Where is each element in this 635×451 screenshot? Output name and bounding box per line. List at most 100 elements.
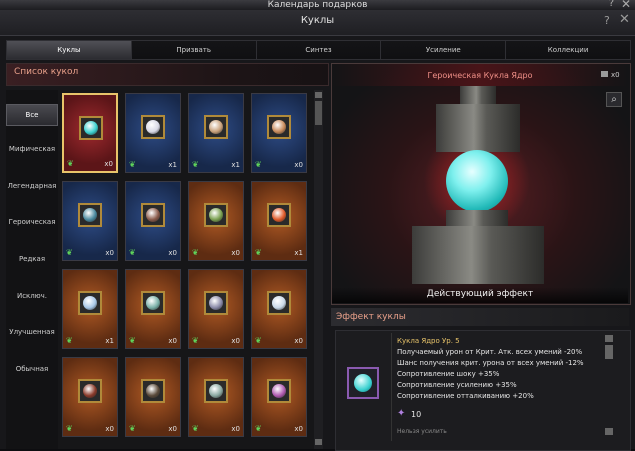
category-all[interactable]: Все bbox=[6, 104, 58, 126]
doll-figure-icon bbox=[146, 208, 160, 222]
doll-figure-icon bbox=[272, 296, 286, 310]
doll-card[interactable]: ❦ x0 bbox=[62, 357, 118, 437]
effect-divider bbox=[391, 333, 392, 441]
effect-line: Сопротивление шоку +35% bbox=[397, 370, 500, 378]
close-icon[interactable]: ✕ bbox=[619, 12, 630, 27]
doll-card[interactable]: ❦ x0 bbox=[188, 357, 244, 437]
category-list: Все Мифическая Легендарная Героическая Р… bbox=[6, 90, 58, 449]
zoom-button[interactable]: ⌕ bbox=[606, 92, 622, 107]
leaf-icon: ❦ bbox=[255, 336, 262, 345]
leaf-icon: ❦ bbox=[192, 424, 199, 433]
category-improved[interactable]: Улучшенная bbox=[6, 328, 58, 336]
doll-figure-icon bbox=[146, 296, 160, 310]
tab-enhance[interactable]: Усиление bbox=[380, 40, 507, 60]
doll-count: x0 bbox=[105, 249, 114, 257]
doll-figure-icon bbox=[209, 120, 223, 134]
magnifier-icon: ⌕ bbox=[611, 94, 617, 105]
cannot-enhance-note: Нельзя усилить bbox=[397, 428, 447, 435]
effect-scrollbar[interactable] bbox=[605, 335, 614, 435]
leaf-icon: ❦ bbox=[255, 160, 262, 169]
category-common[interactable]: Обычная bbox=[6, 365, 58, 373]
doll-figure-icon bbox=[83, 208, 97, 222]
doll-count: x0 bbox=[168, 337, 177, 345]
doll-count: x0 bbox=[231, 249, 240, 257]
top-title: Календарь подарков bbox=[267, 0, 368, 10]
scroll-thumb[interactable] bbox=[315, 101, 322, 125]
leaf-icon: ❦ bbox=[255, 248, 262, 257]
doll-count: x0 bbox=[168, 249, 177, 257]
doll-portrait bbox=[267, 115, 291, 139]
doll-portrait bbox=[79, 116, 103, 140]
doll-card[interactable]: ❦ x0 bbox=[251, 269, 307, 349]
doll-count: x0 bbox=[231, 337, 240, 345]
tower-upper bbox=[436, 104, 520, 152]
category-exclusive[interactable]: Исключ. bbox=[6, 292, 58, 300]
doll-count: x1 bbox=[105, 337, 114, 345]
help-icon[interactable]: ? bbox=[604, 14, 610, 27]
active-effect-label: Действующий эффект bbox=[426, 289, 534, 299]
doll-figure-icon bbox=[272, 208, 286, 222]
doll-card[interactable]: ❦ x0 bbox=[251, 357, 307, 437]
doll-portrait bbox=[267, 379, 291, 403]
doll-card[interactable]: ❦ x0 bbox=[125, 181, 181, 261]
gem-value: 10 bbox=[411, 410, 422, 419]
scroll-down-icon[interactable] bbox=[315, 439, 322, 445]
category-legendary[interactable]: Легендарная bbox=[6, 182, 58, 190]
category-rare[interactable]: Редкая bbox=[6, 255, 58, 263]
tab-summon[interactable]: Призвать bbox=[130, 40, 257, 60]
doll-card[interactable]: ❦ x1 bbox=[251, 181, 307, 261]
doll-card[interactable]: ❦ x0 bbox=[125, 269, 181, 349]
leaf-icon: ❦ bbox=[66, 248, 73, 257]
doll-count: x0 bbox=[168, 425, 177, 433]
doll-portrait bbox=[204, 291, 228, 315]
leaf-icon: ❦ bbox=[192, 160, 199, 169]
doll-portrait bbox=[141, 379, 165, 403]
doll-card[interactable]: ❦ x0 bbox=[62, 93, 118, 173]
top-help-icon[interactable]: ? bbox=[609, 0, 614, 9]
scroll-up-icon[interactable] bbox=[315, 92, 322, 98]
tab-synthesis[interactable]: Синтез bbox=[255, 40, 382, 60]
doll-portrait bbox=[78, 291, 102, 315]
grid-scrollbar[interactable] bbox=[314, 90, 323, 449]
doll-figure-icon bbox=[209, 296, 223, 310]
category-mythic[interactable]: Мифическая bbox=[6, 145, 58, 153]
tab-collections[interactable]: Коллекции bbox=[505, 40, 631, 60]
effect-line: Сопротивление усилению +35% bbox=[397, 381, 517, 389]
doll-portrait bbox=[78, 379, 102, 403]
doll-card[interactable]: ❦ x0 bbox=[188, 269, 244, 349]
leaf-icon: ❦ bbox=[192, 336, 199, 345]
tower-base bbox=[412, 226, 544, 284]
tab-dolls[interactable]: Куклы bbox=[6, 40, 132, 60]
category-heroic[interactable]: Героическая bbox=[6, 218, 58, 226]
doll-card[interactable]: ❦ x0 bbox=[188, 181, 244, 261]
leaf-icon: ❦ bbox=[66, 336, 73, 345]
gem-icon: ✦ bbox=[397, 408, 406, 419]
orb-icon bbox=[354, 374, 372, 392]
doll-count: x0 bbox=[294, 337, 303, 345]
doll-thumbnail bbox=[347, 367, 379, 399]
flag-icon bbox=[601, 71, 608, 77]
doll-card[interactable]: ❦ x0 bbox=[251, 93, 307, 173]
core-orb bbox=[446, 150, 508, 212]
doll-card[interactable]: ❦ x1 bbox=[62, 269, 118, 349]
leaf-icon: ❦ bbox=[67, 159, 74, 168]
doll-portrait bbox=[204, 203, 228, 227]
doll-card[interactable]: ❦ x1 bbox=[188, 93, 244, 173]
doll-portrait bbox=[267, 203, 291, 227]
doll-portrait bbox=[141, 203, 165, 227]
doll-figure-icon bbox=[83, 384, 97, 398]
scroll-down-icon[interactable] bbox=[605, 428, 613, 435]
doll-portrait bbox=[141, 291, 165, 315]
leaf-icon: ❦ bbox=[66, 424, 73, 433]
doll-figure-icon bbox=[209, 384, 223, 398]
top-strip: Календарь подарков bbox=[0, 0, 635, 10]
scroll-thumb[interactable] bbox=[605, 345, 613, 359]
doll-card[interactable]: ❦ x0 bbox=[62, 181, 118, 261]
window-title: Куклы bbox=[300, 15, 335, 26]
scroll-up-icon[interactable] bbox=[605, 335, 613, 342]
leaf-icon: ❦ bbox=[129, 336, 136, 345]
doll-portrait bbox=[204, 115, 228, 139]
doll-card[interactable]: ❦ x1 bbox=[125, 93, 181, 173]
doll-figure-icon bbox=[146, 120, 160, 134]
doll-card[interactable]: ❦ x0 bbox=[125, 357, 181, 437]
